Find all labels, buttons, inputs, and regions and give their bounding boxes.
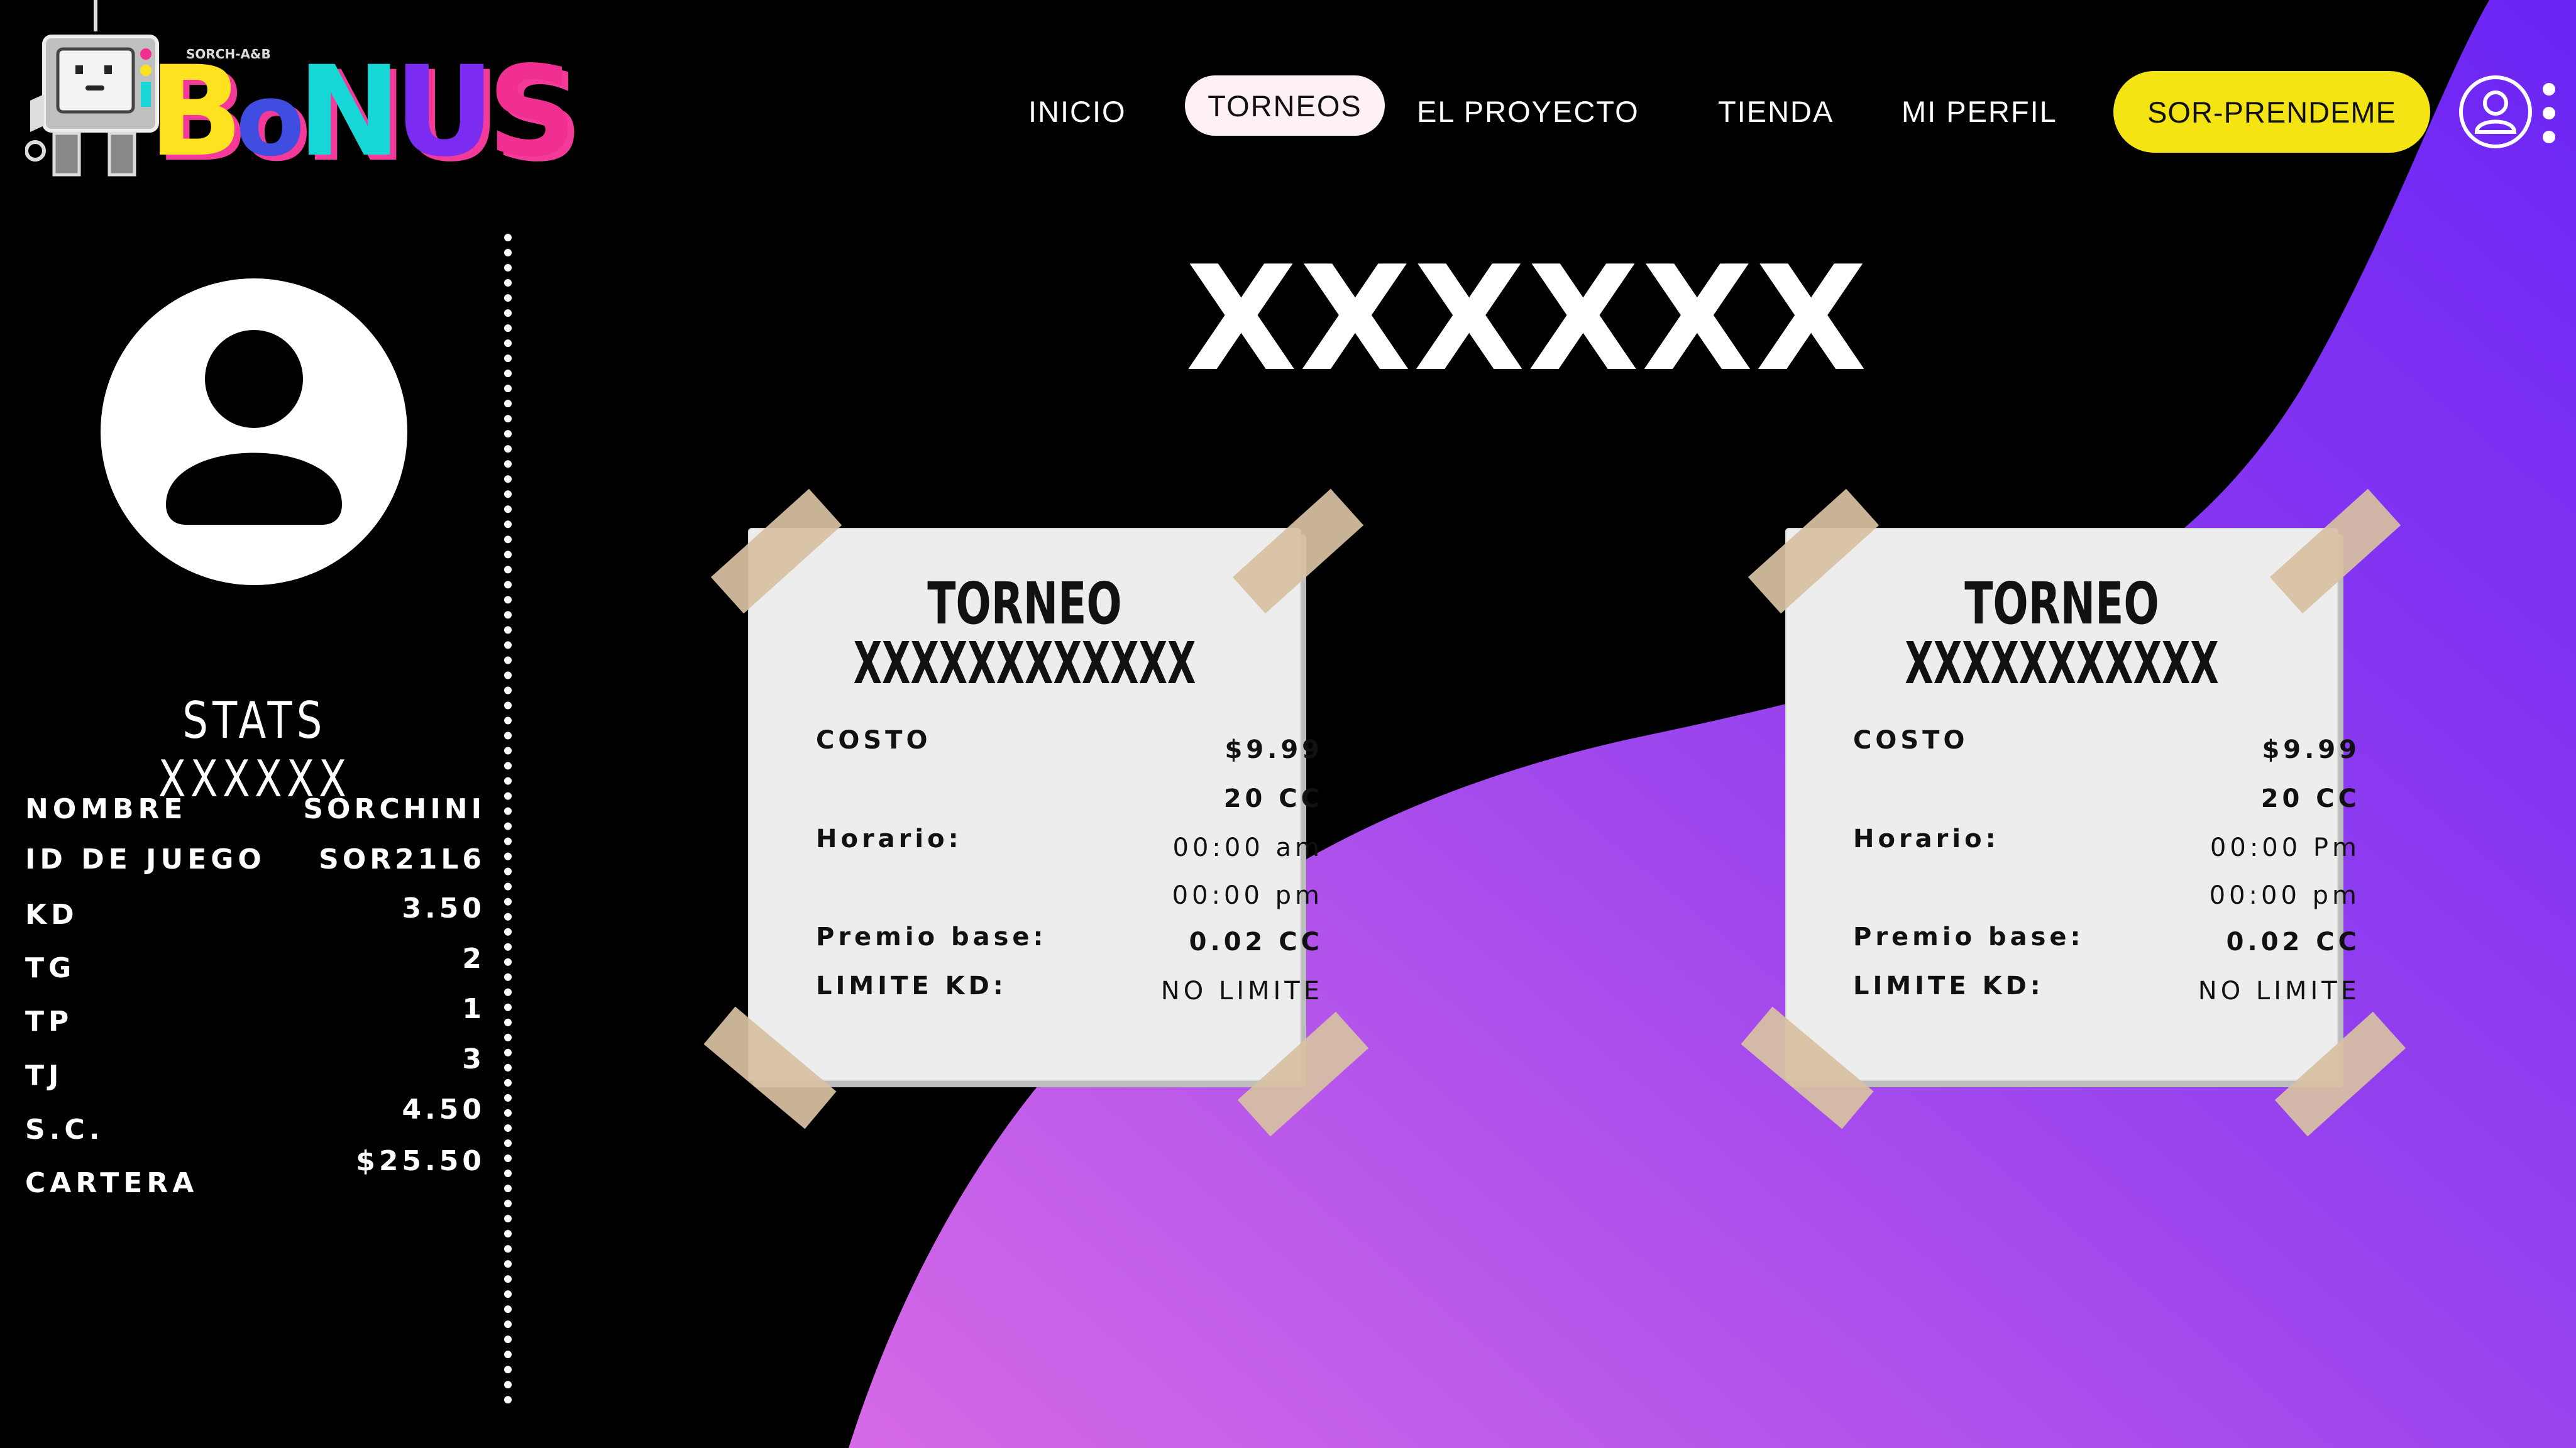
horario-value-2: 00:00 pm [1172,881,1323,910]
sor-prendeme-button[interactable]: SOR-PRENDEME [2113,71,2430,153]
limite-kd-label: LIMITE KD: [816,972,1007,1001]
stat-value-nombre: SORCHINI [303,793,485,825]
stat-label-cartera: CARTERA [25,1167,199,1199]
costo-label: COSTO [816,726,932,755]
robot-mascot-icon [25,0,159,177]
tournament-card[interactable]: TORNEO XXXXXXXXXXX COSTO $9.99 20 CC Hor… [1735,488,2406,1156]
nav-mi-perfil[interactable]: MI PERFIL [1902,94,2057,129]
stat-label-nombre: NOMBRE [25,793,187,825]
logo-letter-n: N [297,39,402,184]
stat-label-id-de-juego: ID DE JUEGO [25,843,266,875]
card-subheading: XXXXXXXXXXXX [853,630,1196,697]
limite-kd-value: NO LIMITE [2198,977,2360,1006]
user-account-button[interactable] [2459,75,2532,148]
stat-value-sc: 4.50 [402,1094,485,1126]
tournament-card[interactable]: TORNEO XXXXXXXXXXXX COSTO $9.99 20 CC Ho… [698,488,1369,1156]
limite-kd-value: NO LIMITE [1160,977,1323,1006]
premio-value: 0.02 CC [1189,928,1323,957]
stat-label-kd: KD [25,899,79,931]
costo-usd-value: $9.99 [2262,735,2360,764]
stat-label-tj: TJ [25,1060,63,1092]
card-heading: TORNEO [927,570,1122,637]
premio-label: Premio base: [816,923,1047,952]
horario-value-1: 00:00 Pm [2210,833,2360,862]
limite-kd-label: LIMITE KD: [1853,972,2044,1001]
card-heading: TORNEO [1964,570,2159,637]
logo-letter-b: B [148,39,243,184]
panel-divider [504,234,512,1404]
stat-label-tg: TG [25,952,76,984]
stat-value-id-de-juego: SOR21L6 [319,843,485,875]
costo-cc-value: 20 CC [1223,784,1323,813]
brand-logo[interactable]: SORCH-A&B BoNUS [25,0,577,189]
nav-inicio[interactable]: INICIO [1028,94,1126,129]
horario-label: Horario: [1853,825,2000,853]
stat-value-cartera: $25.50 [356,1145,485,1177]
stat-value-kd: 3.50 [402,892,485,924]
stat-label-sc: S.C. [25,1114,104,1146]
horario-value-2: 00:00 pm [2209,881,2360,910]
more-options-icon[interactable] [2540,82,2558,145]
logo-letter-o: o [235,61,305,178]
horario-value-1: 00:00 am [1172,833,1323,862]
user-icon [2474,90,2517,134]
nav-el-proyecto[interactable]: EL PROYECTO [1417,94,1639,129]
costo-cc-value: 20 CC [2260,784,2360,813]
stat-value-tp: 1 [462,993,485,1025]
profile-avatar [101,278,407,585]
stat-value-tg: 2 [462,943,485,975]
nav-tienda[interactable]: TIENDA [1718,94,1834,129]
nav-torneos[interactable]: TORNEOS [1185,75,1385,136]
person-icon [166,318,342,525]
premio-label: Premio base: [1853,923,2084,952]
stats-title: STATS XXXXXX [158,691,351,808]
logo-letter-u: U [394,39,495,184]
premio-value: 0.02 CC [2226,928,2360,957]
page-title: XXXXXX [1186,236,1869,403]
logo-wordmark: BoNUS [148,49,577,183]
card-subheading: XXXXXXXXXXX [1905,630,2219,697]
costo-usd-value: $9.99 [1225,735,1323,764]
horario-label: Horario: [816,825,962,853]
costo-label: COSTO [1853,726,1969,755]
stat-value-tj: 3 [462,1043,485,1075]
stat-label-tp: TP [25,1006,74,1038]
logo-letter-s: S [487,39,577,184]
